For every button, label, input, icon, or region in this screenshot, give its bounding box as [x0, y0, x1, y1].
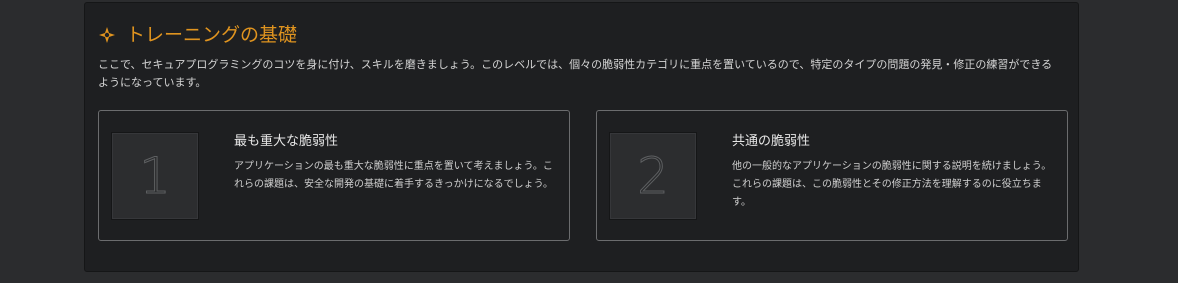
- level-number: 1: [139, 147, 172, 205]
- level-number-tile: 1: [111, 132, 199, 220]
- section-title: トレーニングの基礎: [126, 24, 298, 46]
- section-header: トレーニングの基礎: [98, 23, 297, 47]
- training-basics-panel: トレーニングの基礎 ここで、セキュアプログラミングのコツを身に付け、スキルを磨き…: [84, 2, 1079, 272]
- card-title[interactable]: 最も重大な脆弱性: [234, 133, 338, 151]
- compass-star-icon: [98, 26, 116, 44]
- level-number-tile: 2: [609, 132, 697, 220]
- level-number: 2: [637, 147, 670, 205]
- section-description: ここで、セキュアプログラミングのコツを身に付け、スキルを磨きましょう。このレベル…: [98, 58, 1053, 89]
- card-title[interactable]: 共通の脆弱性: [732, 133, 810, 151]
- level-card-most-critical[interactable]: 1 最も重大な脆弱性 アプリケーションの最も重大な脆弱性に重点を置いて考えましょ…: [98, 110, 570, 241]
- level-card-common[interactable]: 2 共通の脆弱性 他の一般的なアプリケーションの脆弱性に関する説明を続けましょう…: [596, 110, 1068, 241]
- card-description: アプリケーションの最も重大な脆弱性に重点を置いて考えましょう。これらの課題は、安…: [234, 161, 553, 190]
- card-description: 他の一般的なアプリケーションの脆弱性に関する説明を続けましょう。これらの課題は、…: [732, 161, 1052, 208]
